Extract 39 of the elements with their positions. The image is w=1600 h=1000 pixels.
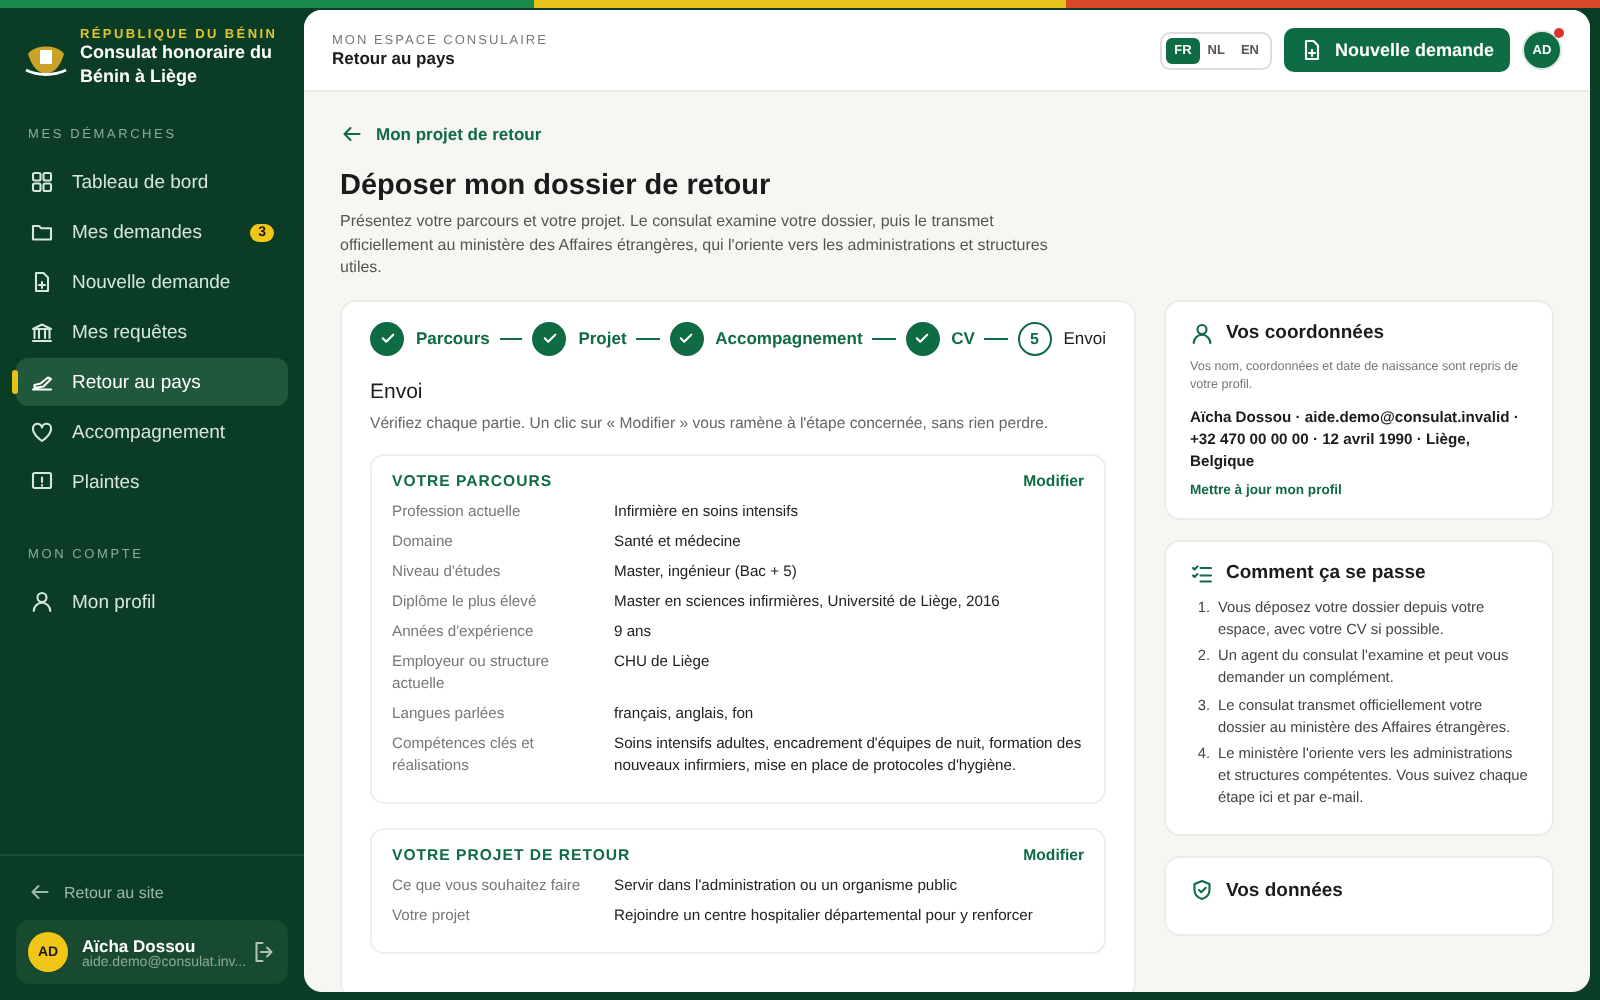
step-number: 5 [1017,321,1052,356]
new-request-button[interactable]: Nouvelle demande [1284,28,1510,72]
folder-icon [30,220,54,245]
step-title: Envoi [370,379,425,404]
document-plus-icon [1300,38,1325,62]
heart-icon [30,420,54,445]
user-icon [30,590,54,615]
bank-icon [30,320,54,345]
step-label[interactable]: Projet [578,328,627,349]
back-to-site-link[interactable]: Retour au site [16,872,288,920]
arrow-left-icon [28,880,52,904]
header-title: Retour au pays [332,47,457,67]
card-title: Comment ça se passe [1226,562,1426,585]
nav-item[interactable]: Mes requêtes [16,308,288,357]
arrow-left-icon [340,122,364,146]
step-label[interactable]: Envoi [1063,328,1107,349]
user-name: Aïcha Dossou [82,935,196,955]
page-intro: Présentez votre parcours et votre projet. Le consulat examine votre dossier, puis le transmet officiellement au ministère des Affaires étrangères, qui l'oriente vers les administrations et structures utiles. [340,210,1050,280]
back-link[interactable]: Mon projet de retour [340,122,542,146]
checklist-icon [1190,561,1214,586]
step-label[interactable]: CV [951,328,975,349]
nav-item[interactable]: Accompagnement [16,408,288,457]
step-label[interactable]: Parcours [416,328,490,349]
page-title: Déposer mon dossier de retour [340,170,773,202]
grid-icon [30,170,54,195]
consulate-name: Consulat honoraire du Bénin à Liège [80,42,275,89]
nav-item[interactable]: Retour au pays [16,358,288,407]
card-title: Vos données [1226,879,1343,902]
user-icon [1190,321,1214,346]
logout-icon[interactable] [252,940,276,964]
card-title: Vos coordonnées [1226,322,1385,345]
message-icon [30,470,54,495]
step-label[interactable]: Accompagnement [715,328,863,349]
nav-item[interactable]: Tableau de bord [16,158,288,207]
nav-item[interactable]: Mon profil [16,578,288,627]
document-plus-icon [30,270,54,295]
shield-icon [1190,878,1214,903]
nav-item[interactable]: Nouvelle demande [16,258,288,307]
nav-item[interactable]: Plaintes [16,458,288,507]
